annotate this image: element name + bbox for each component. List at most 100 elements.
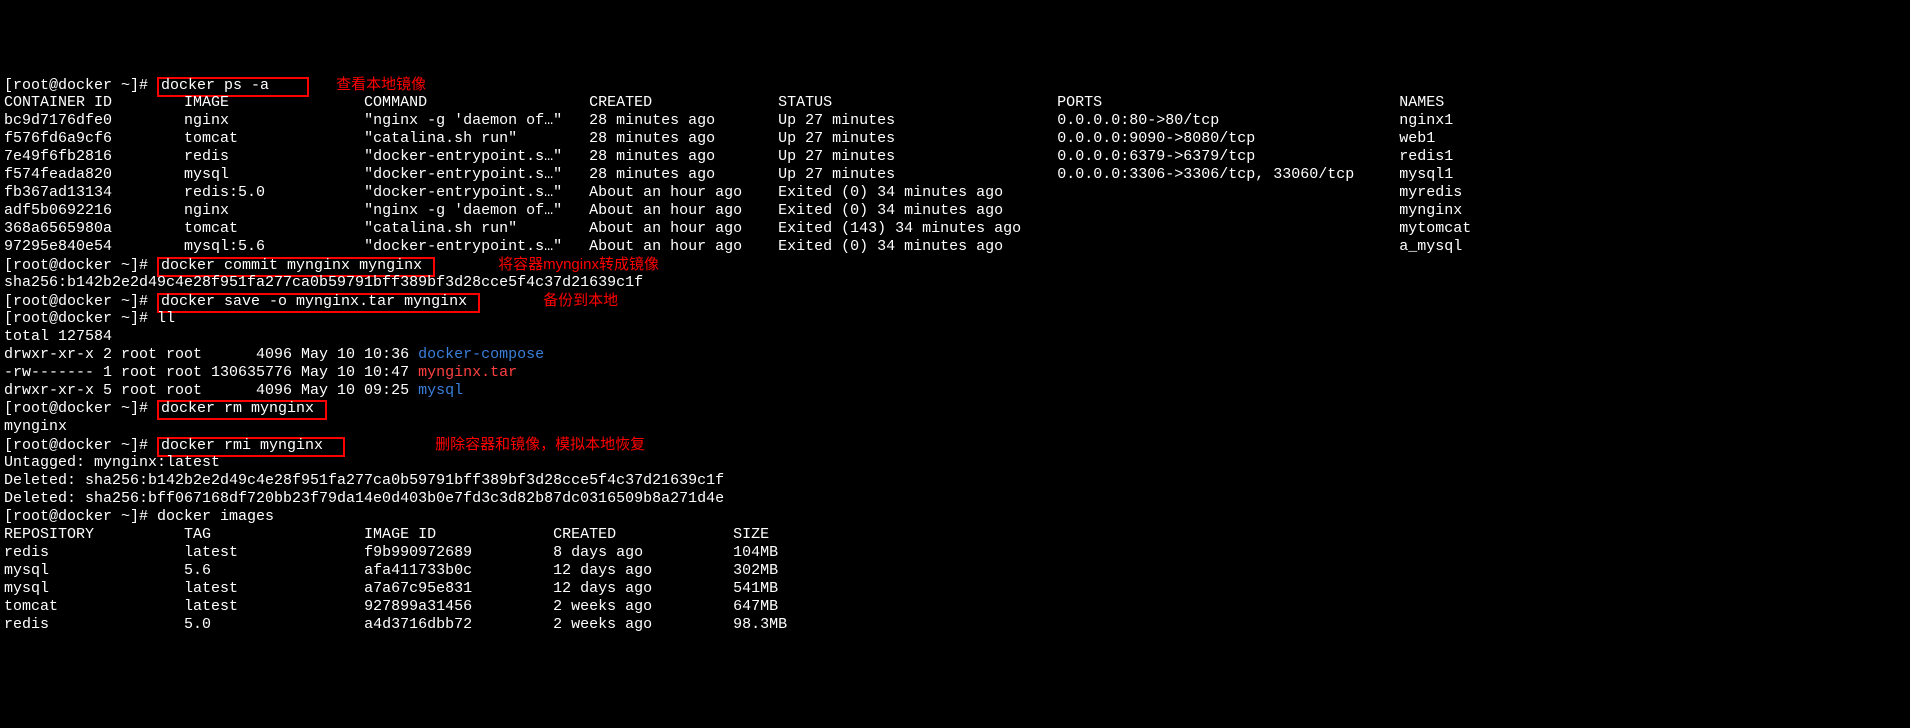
shell-prompt: [root@docker ~]# xyxy=(4,293,157,310)
terminal-line: [root@docker ~]# docker commit mynginx m… xyxy=(4,256,1906,274)
terminal-line: total 127584 xyxy=(4,328,1906,346)
command: "nginx -g 'daemon of…" xyxy=(364,112,589,129)
rmi-output-line: Untagged: mynginx:latest xyxy=(4,454,220,471)
image-tag: 5.6 xyxy=(184,562,364,579)
image-id: a7a67c95e831 xyxy=(364,580,553,597)
terminal-line: drwxr-xr-x 5 root root 4096 May 10 09:25… xyxy=(4,382,1906,400)
rm-output: mynginx xyxy=(4,418,67,435)
rmi-output-line: Deleted: sha256:b142b2e2d49c4e28f951fa27… xyxy=(4,472,724,489)
image-name: redis xyxy=(184,148,364,165)
image-name: mysql xyxy=(184,166,364,183)
command-ll: ll xyxy=(157,310,175,327)
terminal-line: CONTAINER ID IMAGE COMMAND CREATED STATU… xyxy=(4,94,1906,112)
command: "nginx -g 'daemon of…" xyxy=(364,202,589,219)
ports: 0.0.0.0:80->80/tcp xyxy=(1057,112,1399,129)
command: "docker-entrypoint.s…" xyxy=(364,184,589,201)
file-mynginx.tar: mynginx.tar xyxy=(418,364,517,381)
image-id: afa411733b0c xyxy=(364,562,553,579)
image-repo: mysql xyxy=(4,580,184,597)
command: "docker-entrypoint.s…" xyxy=(364,238,589,255)
shell-prompt: [root@docker ~]# xyxy=(4,257,157,274)
image-name: redis:5.0 xyxy=(184,184,364,201)
terminal-output: [root@docker ~]# docker ps -a 查看本地镜像CONT… xyxy=(4,76,1906,634)
terminal-line: [root@docker ~]# docker save -o mynginx.… xyxy=(4,292,1906,310)
image-size: 302MB xyxy=(733,562,778,579)
image-name: mysql:5.6 xyxy=(184,238,364,255)
annotation-view-images: 查看本地镜像 xyxy=(336,76,426,93)
shell-prompt: [root@docker ~]# xyxy=(4,310,157,327)
container-id: adf5b0692216 xyxy=(4,202,184,219)
image-id: f9b990972689 xyxy=(364,544,553,561)
terminal-line: [root@docker ~]# docker images xyxy=(4,508,1906,526)
image-repo: redis xyxy=(4,616,184,633)
terminal-line: f576fd6a9cf6 tomcat "catalina.sh run" 28… xyxy=(4,130,1906,148)
container-name: mytomcat xyxy=(1399,220,1471,237)
command-docker-save: docker save -o mynginx.tar mynginx xyxy=(157,293,480,313)
shell-prompt: [root@docker ~]# xyxy=(4,437,157,454)
image-tag: latest xyxy=(184,580,364,597)
created: About an hour ago xyxy=(589,202,778,219)
terminal-line: Deleted: sha256:b142b2e2d49c4e28f951fa27… xyxy=(4,472,1906,490)
status: Up 27 minutes xyxy=(778,112,1057,129)
status: Exited (0) 34 minutes ago xyxy=(778,184,1057,201)
command-docker-images: docker images xyxy=(157,508,274,525)
created: 28 minutes ago xyxy=(589,112,778,129)
image-created: 8 days ago xyxy=(553,544,733,561)
terminal-line: mysql 5.6 afa411733b0c 12 days ago 302MB xyxy=(4,562,1906,580)
terminal-line: 7e49f6fb2816 redis "docker-entrypoint.s…… xyxy=(4,148,1906,166)
commit-sha: sha256:b142b2e2d49c4e28f951fa277ca0b5979… xyxy=(4,274,643,291)
terminal-line: drwxr-xr-x 2 root root 4096 May 10 10:36… xyxy=(4,346,1906,364)
terminal-line: REPOSITORY TAG IMAGE ID CREATED SIZE xyxy=(4,526,1906,544)
terminal-line: adf5b0692216 nginx "nginx -g 'daemon of…… xyxy=(4,202,1906,220)
ports xyxy=(1057,184,1399,201)
image-created: 2 weeks ago xyxy=(553,616,733,633)
container-name: myredis xyxy=(1399,184,1462,201)
image-id: a4d3716dbb72 xyxy=(364,616,553,633)
created: 28 minutes ago xyxy=(589,166,778,183)
container-name: redis1 xyxy=(1399,148,1453,165)
ports: 0.0.0.0:3306->3306/tcp, 33060/tcp xyxy=(1057,166,1399,183)
annotation-commit: 将容器mynginx转成镜像 xyxy=(498,256,659,273)
ports: 0.0.0.0:6379->6379/tcp xyxy=(1057,148,1399,165)
terminal-line: sha256:b142b2e2d49c4e28f951fa277ca0b5979… xyxy=(4,274,1906,292)
image-repo: mysql xyxy=(4,562,184,579)
terminal-line: 368a6565980a tomcat "catalina.sh run" Ab… xyxy=(4,220,1906,238)
container-id: fb367ad13134 xyxy=(4,184,184,201)
terminal-line: mynginx xyxy=(4,418,1906,436)
image-size: 647MB xyxy=(733,598,778,615)
shell-prompt: [root@docker ~]# xyxy=(4,400,157,417)
image-name: nginx xyxy=(184,202,364,219)
terminal-line: f574feada820 mysql "docker-entrypoint.s…… xyxy=(4,166,1906,184)
image-name: nginx xyxy=(184,112,364,129)
terminal-line: tomcat latest 927899a31456 2 weeks ago 6… xyxy=(4,598,1906,616)
ports xyxy=(1057,220,1399,237)
terminal-line: redis latest f9b990972689 8 days ago 104… xyxy=(4,544,1906,562)
status: Exited (143) 34 minutes ago xyxy=(778,220,1057,237)
terminal-line: [root@docker ~]# docker rm mynginx xyxy=(4,400,1906,418)
image-tag: latest xyxy=(184,544,364,561)
terminal-line: [root@docker ~]# docker rmi mynginx 删除容器… xyxy=(4,436,1906,454)
command: "catalina.sh run" xyxy=(364,130,589,147)
image-created: 12 days ago xyxy=(553,562,733,579)
rmi-output-line: Deleted: sha256:bff067168df720bb23f79da1… xyxy=(4,490,724,507)
ports xyxy=(1057,202,1399,219)
container-name: mynginx xyxy=(1399,202,1462,219)
container-id: 368a6565980a xyxy=(4,220,184,237)
container-id: 7e49f6fb2816 xyxy=(4,148,184,165)
terminal-line: redis 5.0 a4d3716dbb72 2 weeks ago 98.3M… xyxy=(4,616,1906,634)
container-name: web1 xyxy=(1399,130,1435,147)
image-size: 541MB xyxy=(733,580,778,597)
terminal-line: fb367ad13134 redis:5.0 "docker-entrypoin… xyxy=(4,184,1906,202)
annotation-delete: 删除容器和镜像，模拟本地恢复 xyxy=(435,436,645,453)
status: Exited (0) 34 minutes ago xyxy=(778,202,1057,219)
terminal-line: mysql latest a7a67c95e831 12 days ago 54… xyxy=(4,580,1906,598)
command: "catalina.sh run" xyxy=(364,220,589,237)
image-tag: 5.0 xyxy=(184,616,364,633)
annotation-save: 备份到本地 xyxy=(543,292,618,309)
container-name: a_mysql xyxy=(1399,238,1462,255)
ports xyxy=(1057,238,1399,255)
image-name: tomcat xyxy=(184,130,364,147)
file-docker-compose: docker-compose xyxy=(418,346,544,363)
container-id: bc9d7176dfe0 xyxy=(4,112,184,129)
status: Exited (0) 34 minutes ago xyxy=(778,238,1057,255)
